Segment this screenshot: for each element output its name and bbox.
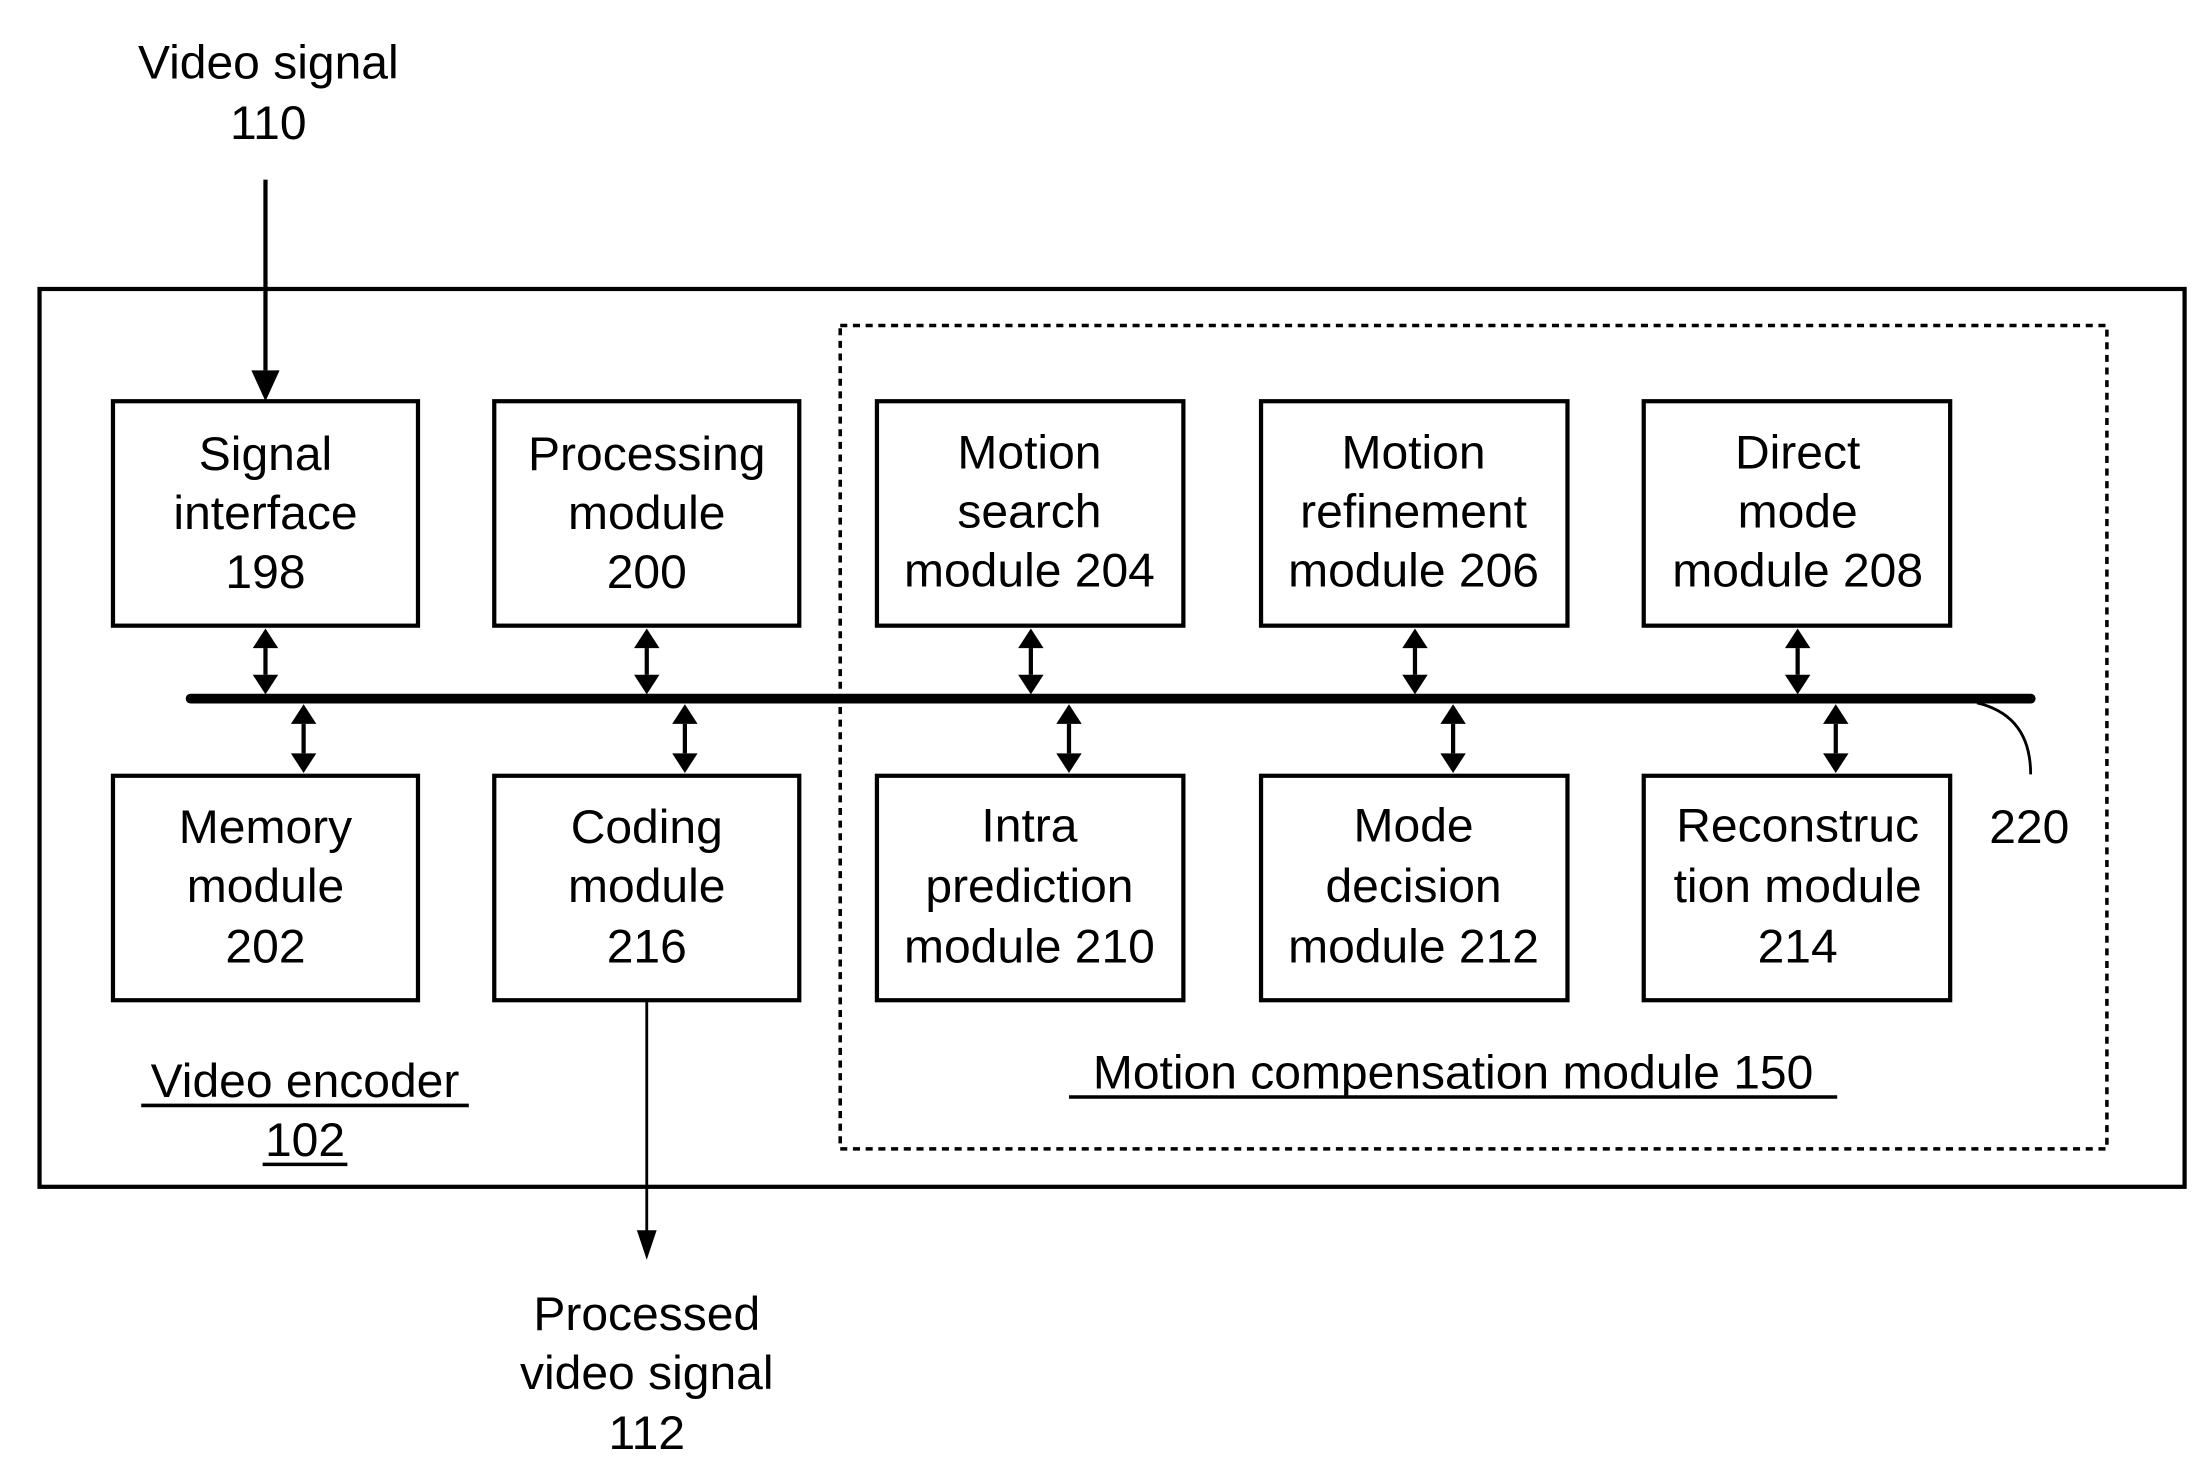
input-signal-label: Video signal <box>138 37 399 90</box>
double-arrow-down <box>1056 704 1082 773</box>
module-label: Motion <box>1342 427 1486 480</box>
double-arrow-up <box>1784 628 1811 695</box>
output-signal-label-2: video signal <box>520 1347 774 1400</box>
module-label: module <box>187 860 344 913</box>
module-label: mode <box>1738 486 1858 539</box>
double-arrow-down <box>1823 704 1849 773</box>
module-label: Memory <box>179 801 352 854</box>
intra-prediction-module: Intra prediction module 210 <box>874 773 1186 1003</box>
module-label: refinement <box>1300 486 1527 539</box>
input-arrow-head <box>251 370 280 402</box>
video-encoder-label: Video encoder <box>151 1055 460 1108</box>
module-label: Intra <box>981 800 1077 853</box>
double-arrow-down <box>1440 704 1466 773</box>
double-arrow-down <box>290 704 317 773</box>
module-number: 198 <box>225 546 305 599</box>
output-signal-label-1: Processed <box>533 1288 760 1341</box>
module-label: decision <box>1325 860 1501 913</box>
reconstruction-module: Reconstruc tion module 214 <box>1641 773 1953 1003</box>
module-label: search <box>957 486 1101 539</box>
module-number: module 212 <box>1288 920 1539 973</box>
module-label: module <box>568 487 725 540</box>
module-label: interface <box>173 487 357 540</box>
double-arrow-up <box>1018 628 1044 695</box>
module-label: Coding <box>571 801 723 854</box>
coding-module: Coding module 216 <box>492 773 802 1003</box>
mode-decision-module: Mode decision module 212 <box>1258 773 1570 1003</box>
module-label: Signal <box>199 428 332 481</box>
module-number: module 206 <box>1288 545 1539 598</box>
module-label: Motion <box>957 427 1101 480</box>
direct-mode-module: Direct mode module 208 <box>1641 399 1953 628</box>
module-number: 200 <box>607 546 687 599</box>
video-encoder-number: 102 <box>265 1114 345 1167</box>
module-number: module 208 <box>1672 545 1923 598</box>
module-label: Reconstruc <box>1676 800 1919 853</box>
module-number: 214 <box>1758 920 1838 973</box>
module-label: Direct <box>1735 427 1860 480</box>
double-arrow-up <box>1402 628 1428 695</box>
module-number: 202 <box>225 920 305 973</box>
double-arrow-up <box>252 628 279 695</box>
motion-refinement-module: Motion refinement module 206 <box>1258 399 1570 628</box>
module-number: module 210 <box>904 920 1155 973</box>
processing-module: Processing module 200 <box>492 399 802 628</box>
double-arrow-up <box>634 628 660 695</box>
module-number: module 204 <box>904 545 1155 598</box>
video-encoder-diagram: Video signal 110 220 Signal interface 19… <box>37 37 2187 1460</box>
input-signal-number: 110 <box>230 97 307 150</box>
bus-leader-line <box>1976 701 2033 775</box>
module-label: prediction <box>925 860 1133 913</box>
module-label: Processing <box>528 428 765 481</box>
motion-search-module: Motion search module 204 <box>874 399 1186 628</box>
signal-interface-module: Signal interface 198 <box>110 399 421 628</box>
module-label: tion module <box>1674 860 1922 913</box>
memory-module: Memory module 202 <box>110 773 421 1003</box>
double-arrow-down <box>672 704 698 773</box>
module-label: module <box>568 860 725 913</box>
output-arrow-head <box>636 1230 657 1260</box>
bus-label: 220 <box>1989 801 2069 854</box>
module-label: Mode <box>1354 800 1474 853</box>
motion-compensation-label: Motion compensation module 150 <box>1093 1047 1813 1100</box>
output-signal-number: 112 <box>608 1407 685 1460</box>
module-number: 216 <box>607 920 687 973</box>
